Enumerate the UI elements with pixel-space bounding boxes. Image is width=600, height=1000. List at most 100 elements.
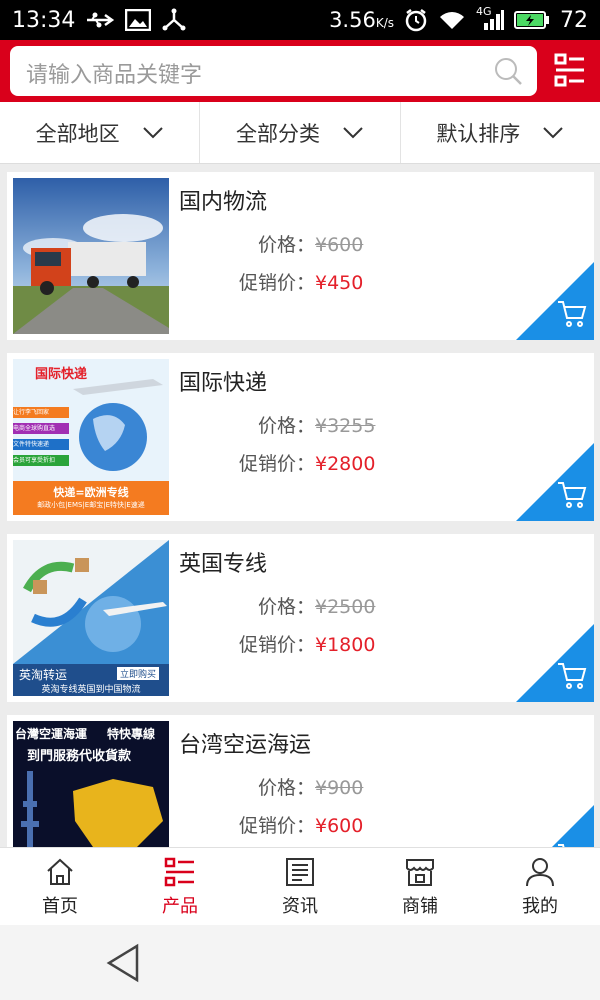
original-price: ¥600 [315, 234, 364, 256]
home-icon [47, 858, 73, 885]
sale-price-row: 促销价：¥450 [179, 268, 379, 295]
filter-label: 默认排序 [436, 121, 521, 146]
list-icon [164, 857, 194, 887]
add-to-cart-button[interactable] [516, 443, 594, 521]
original-price: ¥2500 [315, 596, 376, 618]
back-icon[interactable] [105, 943, 141, 987]
nav-label: 首页 [42, 896, 78, 917]
sale-price-row: 促销价：¥2800 [179, 449, 379, 476]
thumb-title: 国际快递 [35, 367, 88, 382]
add-to-cart-button[interactable] [516, 624, 594, 702]
chevron-down-icon [543, 126, 564, 138]
price-row: 价格：¥900 [179, 773, 379, 800]
system-nav-bar [0, 925, 600, 1000]
sale-price-row: 促销价：¥600 [179, 811, 379, 838]
news-icon [286, 858, 314, 886]
thumb-text: 到門服務代收貨款 [27, 749, 132, 764]
price-row: 价格：¥2500 [179, 592, 379, 619]
thumb-tag: 会员可享受折扣 [13, 455, 69, 466]
alarm-icon [404, 8, 428, 32]
filter-sort[interactable]: 默认排序 [401, 102, 600, 163]
product-name: 国际快递 [179, 371, 268, 396]
sale-price-row: 促销价：¥1800 [179, 630, 379, 657]
signal-icon: 4G [476, 5, 504, 31]
price-label: 价格： [257, 415, 315, 437]
sale-price: ¥450 [315, 272, 364, 294]
thumb-tag: 电商全球购直选 [13, 423, 69, 434]
original-price: ¥3255 [315, 415, 376, 437]
thumb-buy-button: 立即购买 [117, 667, 160, 680]
nav-products[interactable]: 产品 [120, 848, 240, 925]
chevron-down-icon [343, 126, 363, 138]
price-label: 价格： [257, 777, 315, 799]
image-icon [125, 9, 152, 31]
chevron-down-icon [142, 126, 163, 138]
category-menu-icon[interactable] [554, 53, 586, 91]
thumb-text: 台灣空運海運 [15, 727, 88, 741]
price-label: 价格： [257, 234, 315, 256]
sale-price-label: 促销价： [238, 272, 315, 294]
network-type: 4G [476, 5, 492, 18]
nav-profile[interactable]: 我的 [480, 848, 600, 925]
shop-icon [406, 859, 434, 886]
thumb-tag: 让行李飞回家 [13, 407, 69, 418]
product-thumbnail-taiwan[interactable]: 台灣空運海運 特快專線 到門服務代收貨款 [13, 721, 169, 847]
product-card[interactable]: 国际快递 让行李飞回家 电商全球购直选 文件特快速递 会员可享受折扣 快递=欧洲… [7, 353, 594, 521]
product-card[interactable]: 英淘转运 立即购买 英淘专线英国到中国物流 英国专线 价格：¥2500 促销价：… [7, 534, 594, 702]
battery-level: 72 [560, 7, 588, 33]
sale-price: ¥2800 [315, 453, 376, 475]
nav-label: 商铺 [402, 896, 438, 917]
product-name: 国内物流 [179, 190, 268, 215]
product-name: 台湾空运海运 [179, 733, 312, 758]
filter-label: 全部分类 [235, 121, 320, 146]
filter-category[interactable]: 全部分类 [200, 102, 401, 163]
price-label: 价格： [257, 596, 315, 618]
thumb-tag: 文件特快速递 [13, 439, 69, 450]
thumb-text: 特快專線 [107, 727, 156, 741]
sale-price: ¥1800 [315, 634, 376, 656]
sale-price-label: 促销价： [238, 815, 315, 837]
search-icon[interactable] [493, 56, 523, 90]
nav-label: 我的 [522, 896, 558, 917]
price-row: 价格：¥600 [179, 230, 379, 257]
nav-home[interactable]: 首页 [0, 848, 120, 925]
network-speed: 3.56 [329, 8, 376, 32]
filter-bar: 全部地区 全部分类 默认排序 [0, 102, 600, 164]
thumb-title: 英淘转运 [19, 668, 68, 682]
status-time: 13:34 [12, 7, 76, 33]
product-thumbnail-uk[interactable]: 英淘转运 立即购买 英淘专线英国到中国物流 [13, 540, 169, 696]
product-thumbnail-express[interactable]: 国际快递 让行李飞回家 电商全球购直选 文件特快速递 会员可享受折扣 快递=欧洲… [13, 359, 169, 515]
original-price: ¥900 [315, 777, 364, 799]
battery-icon [514, 10, 550, 30]
thumb-banner: 快递=欧洲专线 [53, 486, 129, 499]
usb-icon [85, 10, 115, 30]
add-to-cart-button[interactable] [516, 262, 594, 340]
sale-price: ¥600 [315, 815, 364, 837]
status-bar: 13:34 3.56K/s 4G 72 [0, 0, 600, 40]
search-input[interactable]: 请输入商品关键字 [10, 46, 537, 96]
bottom-nav: 首页 产品 资讯 商铺 我的 [0, 847, 600, 925]
price-row: 价格：¥3255 [179, 411, 379, 438]
sale-price-label: 促销价： [238, 634, 315, 656]
share-icon [161, 8, 187, 32]
user-icon [526, 858, 554, 887]
filter-label: 全部地区 [35, 121, 120, 146]
search-placeholder: 请输入商品关键字 [26, 63, 203, 88]
nav-shop[interactable]: 商铺 [360, 848, 480, 925]
thumb-banner: 邮政小包|EMS|E邮宝|E特快|E速递 [37, 501, 145, 509]
filter-region[interactable]: 全部地区 [0, 102, 201, 163]
product-card[interactable]: 台灣空運海運 特快專線 到門服務代收貨款 台湾空运海运 价格：¥900 促销价：… [7, 715, 594, 847]
nav-news[interactable]: 资讯 [240, 848, 360, 925]
product-thumbnail-truck[interactable] [13, 178, 169, 334]
sale-price-label: 促销价： [238, 453, 315, 475]
header: 请输入商品关键字 [0, 40, 600, 102]
product-card[interactable]: 国内物流 价格：¥600 促销价：¥450 [7, 172, 594, 340]
nav-label: 产品 [162, 896, 198, 917]
nav-label: 资讯 [282, 896, 318, 917]
thumb-caption: 英淘专线英国到中国物流 [41, 685, 141, 695]
wifi-icon [438, 9, 466, 31]
network-speed-unit: K/s [375, 16, 394, 30]
product-name: 英国专线 [179, 552, 268, 577]
add-to-cart-button[interactable] [516, 805, 594, 847]
product-list: 国内物流 价格：¥600 促销价：¥450 国际快递 让行李飞回家 电商全球购直… [0, 164, 600, 847]
